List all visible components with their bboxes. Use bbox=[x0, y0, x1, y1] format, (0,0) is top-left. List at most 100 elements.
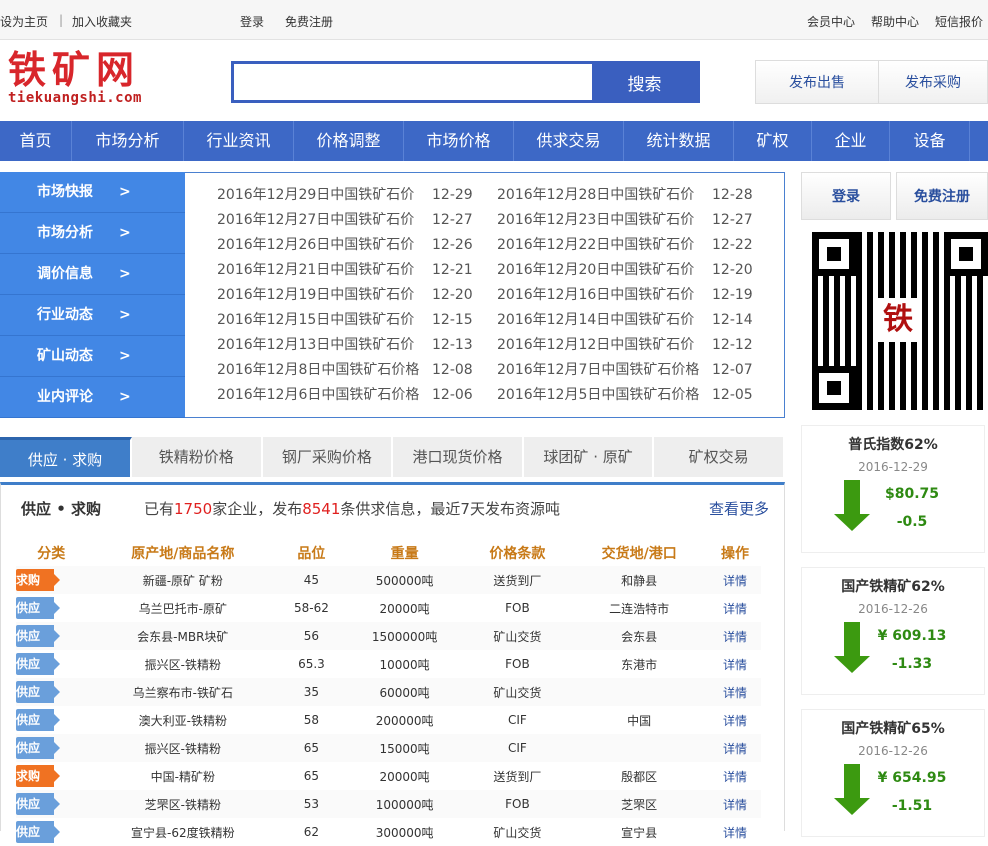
price-card[interactable]: 国产铁精矿62% 2016-12-26 ¥ 609.13 -1.33 bbox=[801, 567, 985, 695]
news-date: 12-08 bbox=[432, 362, 473, 378]
news-link[interactable]: 2016年12月22日中国铁矿石价 bbox=[497, 233, 712, 258]
detail-link[interactable]: 详情 bbox=[723, 658, 747, 672]
tab[interactable]: 铁精粉价格 bbox=[132, 437, 263, 477]
left-menu-item[interactable]: 调价信息 > bbox=[0, 254, 185, 295]
register-link[interactable]: 免费注册 bbox=[285, 13, 333, 30]
price-title: 普氏指数62% bbox=[848, 437, 938, 453]
left-menu-item[interactable]: 市场快报 > bbox=[0, 172, 185, 213]
tab[interactable]: 供应 · 求购 bbox=[0, 437, 132, 477]
chevron-right-icon: > bbox=[119, 307, 131, 323]
news-date: 12-21 bbox=[432, 262, 473, 278]
help-center-link[interactable]: 帮助中心 bbox=[871, 13, 919, 30]
left-menu-item[interactable]: 业内评论 > bbox=[0, 377, 185, 418]
category-badge: 供应 bbox=[16, 597, 60, 619]
left-menu-item[interactable]: 矿山动态 > bbox=[0, 336, 185, 377]
publish-sell-button[interactable]: 发布出售 bbox=[755, 60, 879, 104]
table-cell: 供应 bbox=[16, 650, 87, 678]
column-header: 价格条款 bbox=[489, 546, 546, 562]
tab[interactable]: 港口现货价格 bbox=[393, 437, 524, 477]
table-cell: 详情 bbox=[708, 566, 761, 594]
category-badge: 供应 bbox=[16, 737, 60, 759]
table-cell: 求购 bbox=[16, 762, 87, 790]
news-row: 2016年12月15日中国铁矿石价 12-15 2016年12月14日中国铁矿石价 1… bbox=[217, 308, 784, 333]
detail-link[interactable]: 详情 bbox=[723, 714, 747, 728]
tab[interactable]: 钢厂采购价格 bbox=[262, 437, 394, 477]
cell-text: 65 bbox=[303, 769, 320, 783]
view-more-link[interactable]: 查看更多 bbox=[709, 498, 769, 519]
search-input[interactable] bbox=[234, 64, 592, 100]
news-link[interactable]: 2016年12月21日中国铁矿石价 bbox=[217, 258, 432, 283]
detail-link[interactable]: 详情 bbox=[723, 826, 747, 840]
cell-text: CIF bbox=[507, 741, 527, 755]
table-row: 求购 中国-精矿粉 65 20000吨 送货到厂 殷都区 详情 bbox=[16, 762, 761, 790]
login-link[interactable]: 登录 bbox=[240, 13, 264, 30]
cell-text: 二连浩特市 bbox=[609, 601, 670, 616]
price-card[interactable]: 国产铁精矿65% 2016-12-26 ¥ 654.95 -1.51 bbox=[801, 709, 985, 837]
news-link[interactable]: 2016年12月12日中国铁矿石价 bbox=[497, 333, 712, 358]
news-link[interactable]: 2016年12月28日中国铁矿石价 bbox=[497, 183, 712, 208]
table-cell: 58 bbox=[279, 706, 344, 734]
news-link[interactable]: 2016年12月15日中国铁矿石价 bbox=[217, 308, 432, 333]
detail-link[interactable]: 详情 bbox=[723, 630, 747, 644]
set-home-link[interactable]: 设为主页 bbox=[0, 13, 48, 30]
news-link[interactable]: 2016年12月5日中国铁矿石价格 bbox=[497, 383, 712, 408]
news-link[interactable]: 2016年12月19日中国铁矿石价 bbox=[217, 283, 432, 308]
logo-cn: 铁矿网 bbox=[8, 47, 141, 92]
price-date: 2016-12-26 bbox=[858, 744, 928, 758]
news-row: 2016年12月13日中国铁矿石价 12-13 2016年12月12日中国铁矿石价 1… bbox=[217, 333, 784, 358]
sms-price-link[interactable]: 短信报价 bbox=[935, 13, 983, 30]
detail-link[interactable]: 详情 bbox=[723, 742, 747, 756]
search-button[interactable]: 搜索 bbox=[592, 64, 697, 100]
tab[interactable]: 球团矿 · 原矿 bbox=[523, 437, 655, 477]
nav-home[interactable]: 首页 bbox=[0, 121, 72, 161]
publish-buy-button[interactable]: 发布采购 bbox=[878, 60, 988, 104]
news-link[interactable]: 2016年12月16日中国铁矿石价 bbox=[497, 283, 712, 308]
nav-price-adjust[interactable]: 价格调整 bbox=[294, 121, 404, 161]
cell-text: FOB bbox=[505, 601, 530, 615]
nav-industry-news[interactable]: 行业资讯 bbox=[184, 121, 294, 161]
table-cell: 送货到厂 bbox=[465, 566, 570, 594]
nav-enterprise[interactable]: 企业 bbox=[812, 121, 890, 161]
detail-link[interactable]: 详情 bbox=[723, 686, 747, 700]
logo[interactable]: 铁矿网 tiekuangshi.com bbox=[8, 47, 142, 107]
detail-link[interactable]: 详情 bbox=[723, 798, 747, 812]
news-row: 2016年12月21日中国铁矿石价 12-21 2016年12月20日中国铁矿石价 1… bbox=[217, 258, 784, 283]
news-date: 12-19 bbox=[712, 287, 753, 303]
news-link[interactable]: 2016年12月27日中国铁矿石价 bbox=[217, 208, 432, 233]
side-register-button[interactable]: 免费注册 bbox=[896, 172, 988, 220]
nav-equipment[interactable]: 设备 bbox=[890, 121, 970, 161]
table-row: 供应 会东县-MBR块矿 56 1500000吨 矿山交货 会东县 详情 bbox=[16, 622, 761, 650]
left-menu-item[interactable]: 市场分析 > bbox=[0, 213, 185, 254]
category-badge: 供应 bbox=[16, 625, 60, 647]
news-link[interactable]: 2016年12月20日中国铁矿石价 bbox=[497, 258, 712, 283]
price-card[interactable]: 普氏指数62% 2016-12-29 $80.75 -0.5 bbox=[801, 425, 985, 553]
table-cell: 矿山交货 bbox=[465, 678, 570, 706]
news-link[interactable]: 2016年12月29日中国铁矿石价 bbox=[217, 183, 432, 208]
table-cell: 供应 bbox=[16, 594, 87, 622]
category-badge: 求购 bbox=[16, 765, 60, 787]
news-link[interactable]: 2016年12月23日中国铁矿石价 bbox=[497, 208, 712, 233]
member-center-link[interactable]: 会员中心 bbox=[807, 13, 855, 30]
side-login-button[interactable]: 登录 bbox=[801, 172, 891, 220]
news-link[interactable]: 2016年12月7日中国铁矿石价格 bbox=[497, 358, 712, 383]
favorite-link[interactable]: 加入收藏夹 bbox=[72, 13, 132, 30]
news-link[interactable]: 2016年12月6日中国铁矿石价格 bbox=[217, 383, 432, 408]
news-link[interactable]: 2016年12月26日中国铁矿石价 bbox=[217, 233, 432, 258]
nav-statistics[interactable]: 统计数据 bbox=[624, 121, 734, 161]
news-row: 2016年12月6日中国铁矿石价格 12-06 2016年12月5日中国铁矿石价格 1… bbox=[217, 383, 784, 408]
detail-link[interactable]: 详情 bbox=[723, 602, 747, 616]
left-menu-item[interactable]: 行业动态 > bbox=[0, 295, 185, 336]
nav-market-analysis[interactable]: 市场分析 bbox=[72, 121, 184, 161]
tab[interactable]: 矿权交易 bbox=[654, 437, 785, 477]
nav-mining-rights[interactable]: 矿权 bbox=[734, 121, 812, 161]
cell-text: 宣宁县-62度铁精粉 bbox=[131, 825, 235, 840]
nav-supply-demand[interactable]: 供求交易 bbox=[514, 121, 624, 161]
detail-link[interactable]: 详情 bbox=[723, 574, 747, 588]
news-date: 12-06 bbox=[432, 387, 473, 403]
news-link[interactable]: 2016年12月8日中国铁矿石价格 bbox=[217, 358, 432, 383]
nav-market-price[interactable]: 市场价格 bbox=[404, 121, 514, 161]
cell-text: 20000吨 bbox=[379, 601, 430, 616]
detail-link[interactable]: 详情 bbox=[723, 770, 747, 784]
news-link[interactable]: 2016年12月14日中国铁矿石价 bbox=[497, 308, 712, 333]
news-link[interactable]: 2016年12月13日中国铁矿石价 bbox=[217, 333, 432, 358]
